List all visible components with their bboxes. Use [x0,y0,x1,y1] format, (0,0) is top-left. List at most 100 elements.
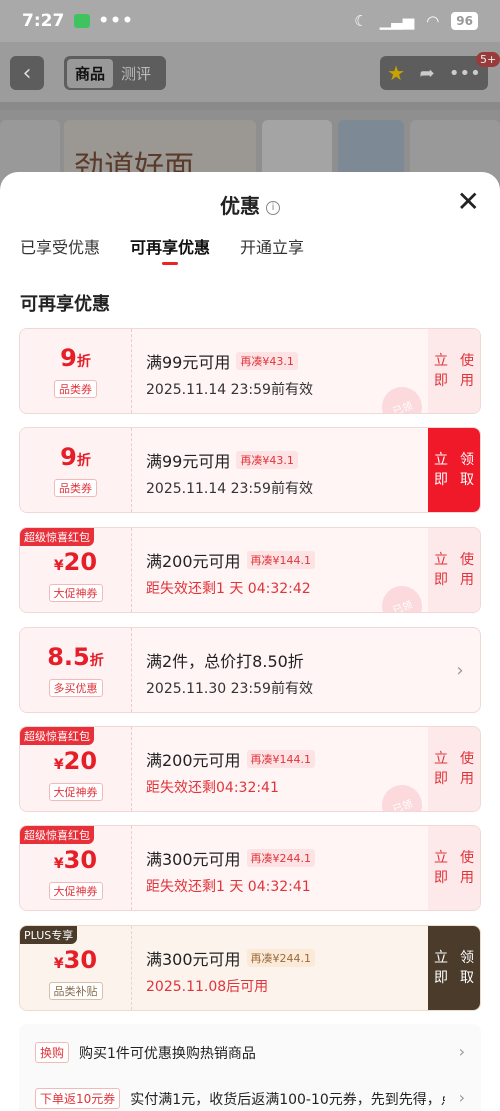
coupon-unit: ¥ [53,558,64,574]
use-now-button[interactable]: 立即 使用 [428,826,480,910]
status-time: 7:27 [22,11,65,31]
tab-enjoyed[interactable]: 已享受优惠 [20,234,100,258]
coupon-kind: 大促神券 [48,882,103,900]
coupon-card[interactable]: 超级惊喜红包 ¥20 大促神券 满200元可用 再凑¥144.1 距失效还剩1 天… [19,527,481,613]
discount-tabs: 已享受优惠 可再享优惠 开通立享 [20,234,304,265]
coupon-amount: 20 [63,747,98,775]
coupon-countdown: 距失效还剩1 天 04:32:41 [146,879,311,895]
promo-tag: 下单返10元券 [35,1088,121,1109]
coupon-amount: 30 [63,846,98,874]
coupon-gap-pill: 再凑¥144.1 [246,551,316,569]
sheet-title-row: 优惠 i [0,190,500,219]
sheet-title: 优惠 [220,194,260,218]
coupon-validity: 2025.11.14 23:59前有效 [146,481,313,497]
coupon-card-plus[interactable]: PLUS专享 ¥30 品类补贴 满300元可用 再凑¥244.1 2025.11.… [19,925,481,1011]
use-now-button[interactable]: 立即 使用 [428,528,480,612]
promo-tag: 换购 [35,1042,70,1063]
tab-review[interactable]: 测评 [113,59,159,88]
coupon-gap-pill: 再凑¥43.1 [236,352,298,370]
signal-icon: ▁▃▅ [379,12,415,30]
coupon-tag: 超级惊喜红包 [20,826,94,844]
use-now-button[interactable]: 立即 使用 [428,329,480,413]
button-line: 领取 [460,452,474,488]
button-line: 立即 [434,452,448,488]
coupon-kind: 多买优惠 [48,679,103,697]
info-icon[interactable]: i [266,200,280,215]
coupon-gap-pill: 再凑¥43.1 [236,451,298,469]
button-line: 立即 [434,751,448,787]
coupon-unit: 折 [89,653,104,669]
coupon-title: 满99元可用 [146,452,231,471]
coupon-amount: 9 [60,443,77,471]
more-notifications-icon: ••• [98,11,134,31]
coupon-kind: 品类券 [54,479,97,497]
chevron-right-icon[interactable]: › [459,1088,465,1107]
coupon-unit: ¥ [53,856,64,872]
promo-row[interactable]: 换购 购买1件可优惠换购热销商品 [35,1042,256,1063]
coupon-title: 满300元可用 [146,950,241,969]
product-tabs: 商品 测评 [64,56,166,90]
favorite-star-icon[interactable]: ★ [387,61,405,85]
more-icon[interactable]: ••• [449,63,481,84]
moon-icon: ☾ [354,12,368,30]
button-line: 立即 [434,950,448,986]
coupon-validity: 2025.11.30 23:59前有效 [146,681,313,697]
tab-available[interactable]: 可再享优惠 [130,234,210,265]
promo-text: 实付满1元，收货后返满100-10元券，先到先得，点 [130,1091,445,1108]
button-line: 立即 [434,353,448,389]
coupon-unit: ¥ [53,956,64,972]
button-line: 使用 [460,751,474,787]
share-icon[interactable]: ➦ [419,63,434,84]
button-line: 使用 [460,353,474,389]
coupon-card[interactable]: 9折 品类券 满99元可用 再凑¥43.1 2025.11.14 23:59前有效… [19,328,481,414]
coupon-value: 超级惊喜红包 ¥20 大促神券 [20,727,132,811]
use-now-button[interactable]: 立即 使用 [428,727,480,811]
coupon-value: PLUS专享 ¥30 品类补贴 [20,926,132,1010]
button-line: 领取 [460,950,474,986]
back-button[interactable]: ‹ [10,56,44,90]
tab-membership[interactable]: 开通立享 [240,234,304,258]
tab-product[interactable]: 商品 [67,58,114,88]
button-line: 使用 [460,850,474,886]
coupon-tag: 超级惊喜红包 [20,727,94,745]
coupon-value: 9折 品类券 [20,329,132,413]
coupon-card[interactable]: 超级惊喜红包 ¥20 大促神券 满200元可用 再凑¥144.1 距失效还剩04:… [19,726,481,812]
coupon-value: 超级惊喜红包 ¥30 大促神券 [20,826,132,910]
coupon-unit: 折 [76,453,91,469]
coupon-validity: 2025.11.08后可用 [146,979,269,995]
button-line: 立即 [434,552,448,588]
coupon-gap-pill: 再凑¥244.1 [246,849,316,867]
coupon-card[interactable]: 9折 品类券 满99元可用 再凑¥43.1 2025.11.14 23:59前有效… [19,427,481,513]
claim-now-button[interactable]: 立即 领取 [428,926,480,1010]
coupon-unit: 折 [76,354,91,370]
coupon-kind: 大促神券 [48,783,103,801]
coupon-title: 满200元可用 [146,751,241,770]
close-icon[interactable]: ✕ [457,188,480,216]
coupon-kind: 品类券 [54,380,97,398]
section-title: 可再享优惠 [20,294,110,315]
button-line: 立即 [434,850,448,886]
top-right-actions: ★ ➦ ••• [380,56,488,90]
coupon-title: 满300元可用 [146,850,241,869]
status-bar: 7:27 ••• ☾ ▁▃▅ ◠ 96 [0,0,500,42]
coupon-title: 满2件，总价打8.50折 [146,652,304,671]
promo-row[interactable]: 下单返10元券 实付满1元，收货后返满100-10元券，先到先得，点 [35,1088,445,1109]
coupon-kind: 品类补贴 [48,982,103,1000]
coupon-card[interactable]: 8.5折 多买优惠 满2件，总价打8.50折 2025.11.30 23:59前… [19,627,481,713]
claim-now-button[interactable]: 立即 领取 [428,428,480,512]
coupon-amount: 20 [63,548,98,576]
chevron-right-icon[interactable]: › [459,1042,465,1061]
coupon-tag: 超级惊喜红包 [20,528,94,546]
chevron-left-icon: ‹ [22,60,32,86]
promo-text: 购买1件可优惠换购热销商品 [79,1045,256,1062]
coupon-value: 超级惊喜红包 ¥20 大促神券 [20,528,132,612]
promo-card: 换购 购买1件可优惠换购热销商品 › 下单返10元券 实付满1元，收货后返满10… [19,1024,481,1111]
coupon-title: 满99元可用 [146,353,231,372]
coupon-card[interactable]: 超级惊喜红包 ¥30 大促神券 满300元可用 再凑¥244.1 距失效还剩1 天… [19,825,481,911]
coupon-value: 9折 品类券 [20,428,132,512]
button-line: 使用 [460,552,474,588]
coupon-title: 满200元可用 [146,552,241,571]
battery-icon: 96 [451,12,478,30]
coupon-tag: PLUS专享 [20,926,78,944]
chevron-right-icon[interactable]: › [440,628,480,712]
